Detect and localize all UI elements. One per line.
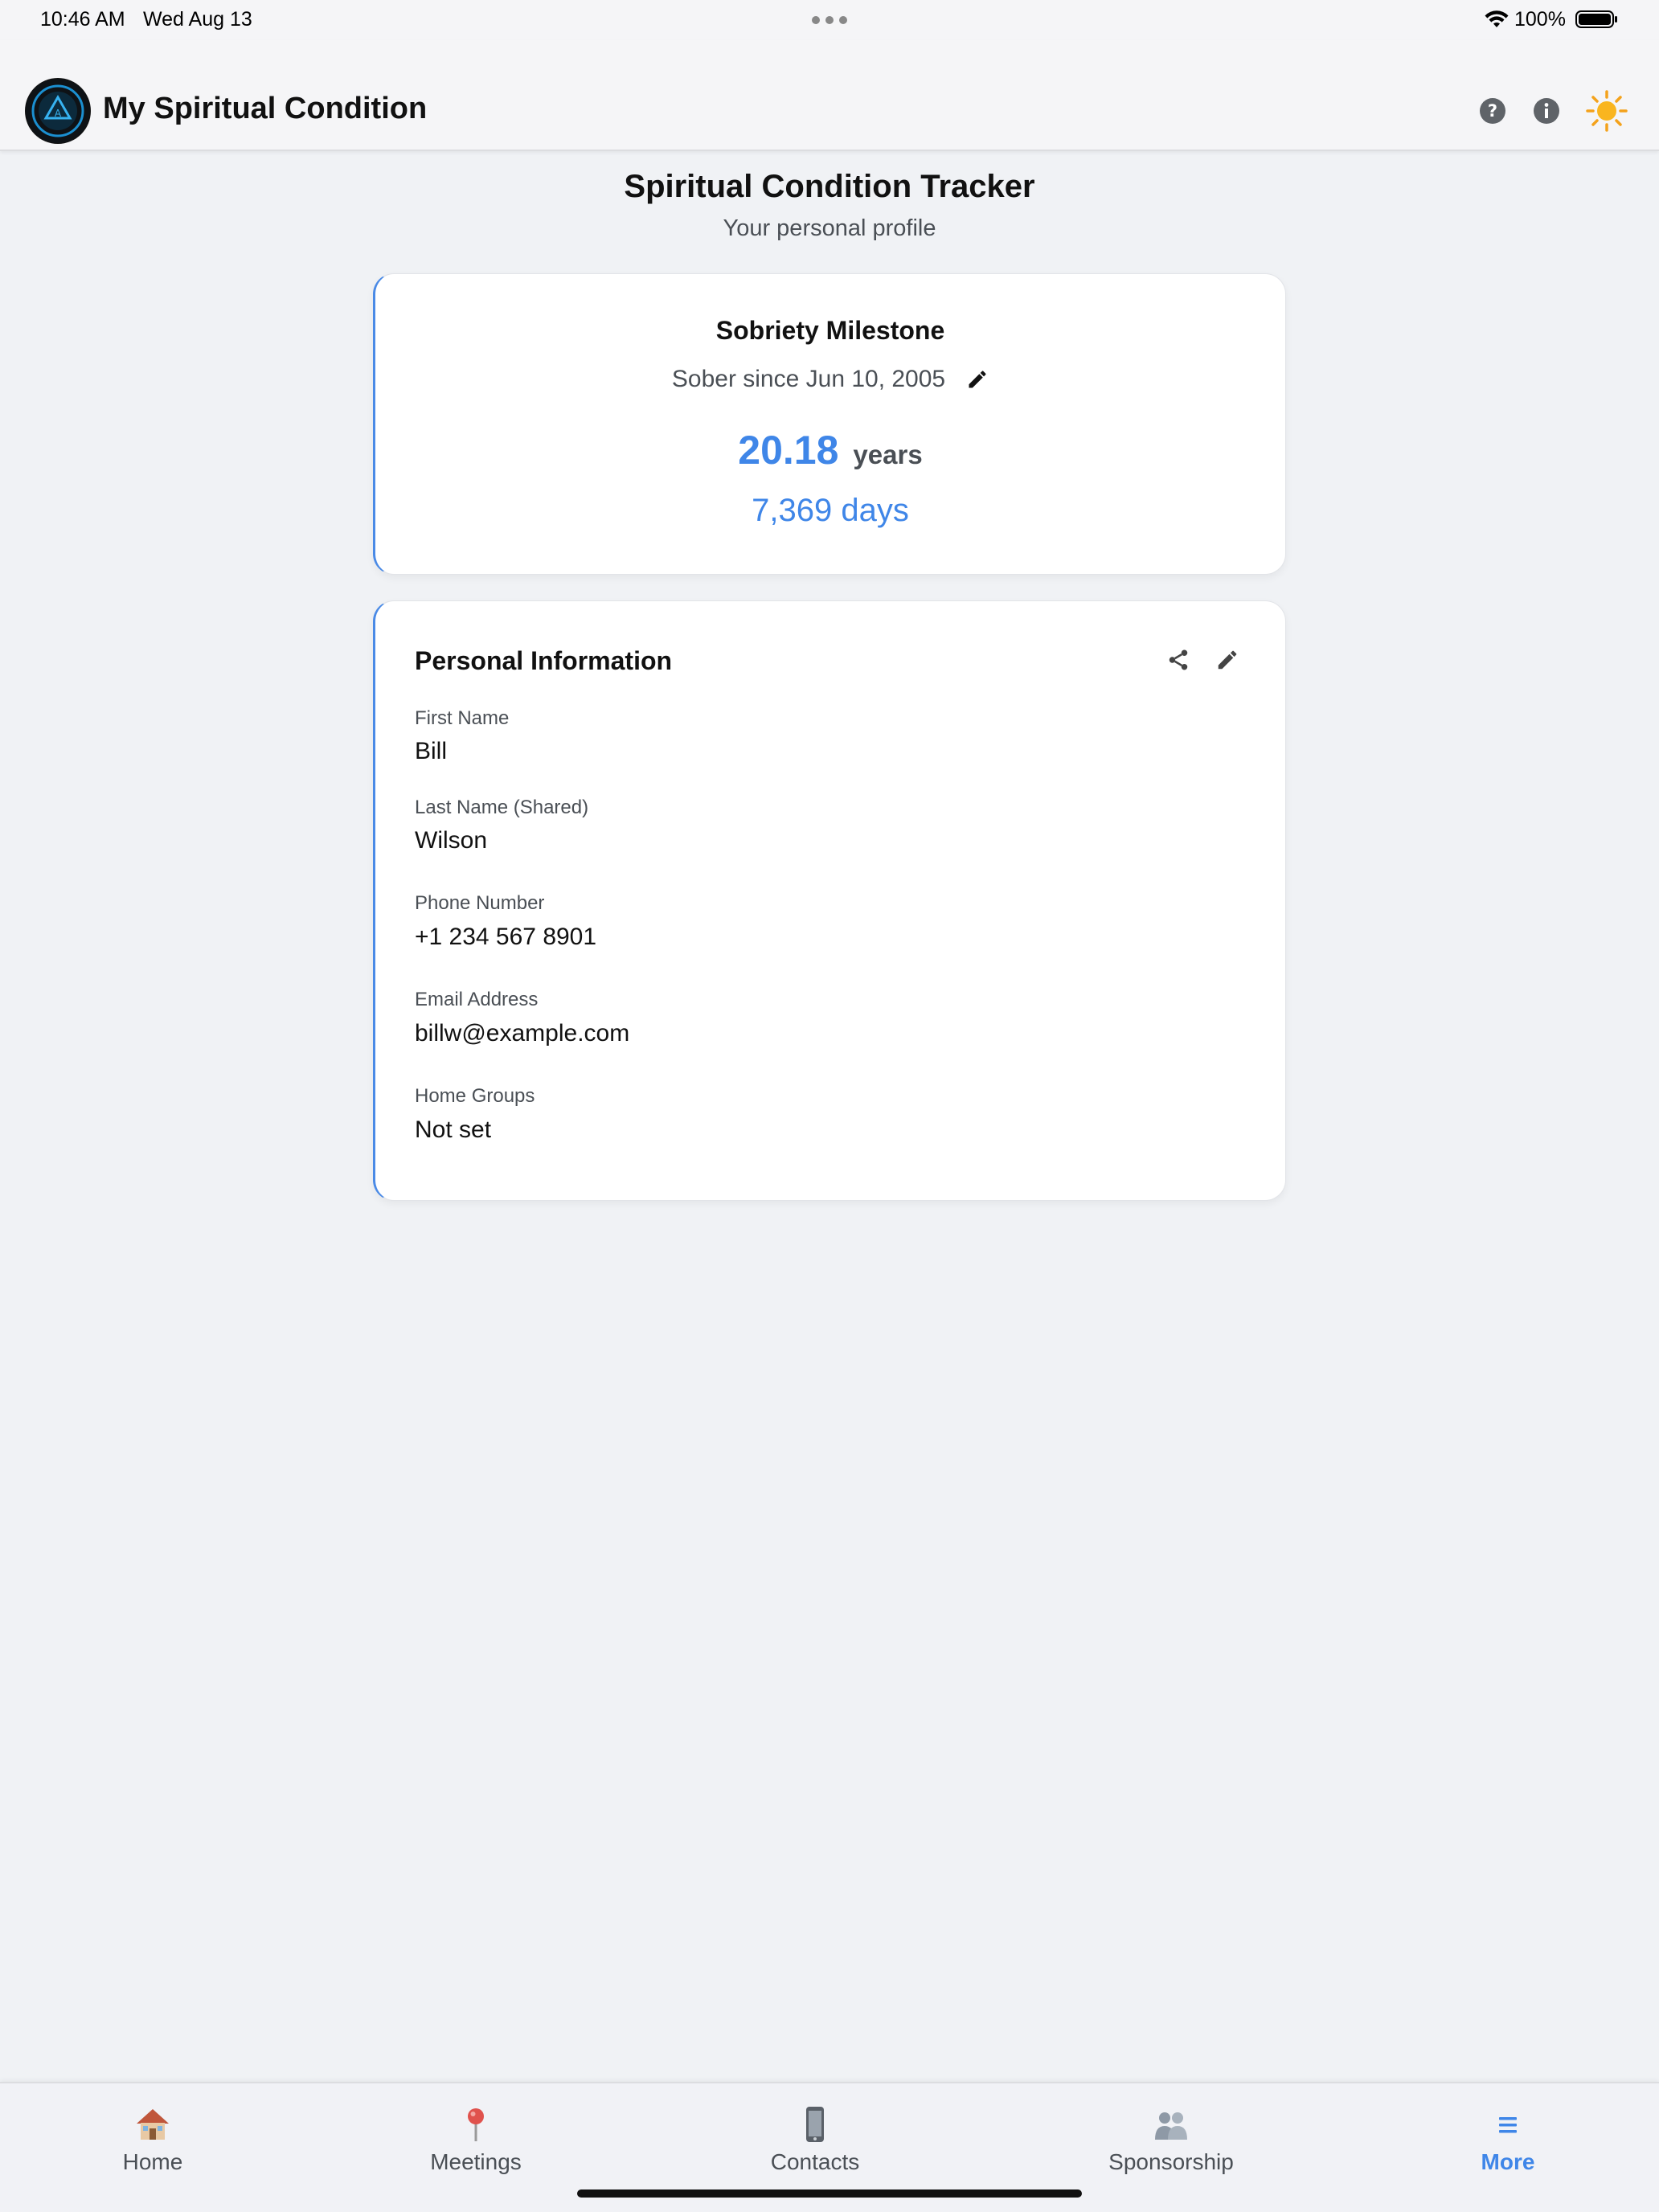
first-name-value: Bill	[415, 738, 448, 764]
years-sober-value: 20.18	[738, 428, 839, 473]
edit-profile-icon[interactable]	[1215, 648, 1239, 672]
screen: 10:46 AM Wed Aug 13 100% A My Spiritual …	[0, 0, 1659, 2212]
tab-more[interactable]: More	[1403, 2106, 1612, 2175]
app-header: A My Spiritual Condition ?	[0, 40, 1659, 151]
phone-icon	[806, 2107, 824, 2142]
status-bar: 10:46 AM Wed Aug 13 100%	[0, 0, 1659, 40]
help-icon[interactable]: ?	[1478, 96, 1507, 125]
svg-text:?: ?	[1488, 101, 1497, 121]
tab-meetings-label: Meetings	[430, 2149, 522, 2174]
tab-sponsorship[interactable]: Sponsorship	[1067, 2106, 1276, 2175]
status-time: 10:46 AM	[40, 8, 125, 31]
people-icon	[1155, 2112, 1187, 2140]
home-indicator[interactable]	[577, 2189, 1082, 2198]
sober-since-row: Sober since Jun 10, 2005	[375, 366, 1285, 393]
tab-sponsorship-label: Sponsorship	[1108, 2149, 1234, 2174]
app-title: My Spiritual Condition	[103, 92, 428, 125]
battery-icon	[1575, 10, 1617, 28]
tab-contacts-label: Contacts	[770, 2149, 860, 2174]
home-groups-label: Home Groups	[415, 1085, 535, 1107]
personal-info-title: Personal Information	[415, 646, 673, 675]
info-icon[interactable]	[1532, 96, 1561, 125]
multitasking-dots-icon[interactable]	[812, 16, 847, 24]
house-icon	[137, 2109, 169, 2140]
email-address-label: Email Address	[415, 989, 539, 1010]
years-sober-row: 20.18 years	[375, 427, 1285, 473]
status-date: Wed Aug 13	[143, 8, 252, 31]
svg-text:A: A	[55, 108, 62, 119]
tab-contacts[interactable]: Contacts	[711, 2106, 920, 2175]
tab-home[interactable]: Home	[48, 2106, 257, 2175]
page-title: Spiritual Condition Tracker	[624, 169, 1035, 204]
sober-since-date: Sober since Jun 10, 2005	[671, 366, 946, 392]
phone-number-value: +1 234 567 8901	[415, 924, 597, 950]
years-unit: years	[853, 440, 923, 469]
days-sober: 7,369 days	[752, 493, 909, 528]
battery-percentage: 100%	[1514, 8, 1566, 31]
app-logo-icon[interactable]: A	[25, 78, 91, 144]
phone-number-label: Phone Number	[415, 892, 545, 914]
wifi-icon	[1485, 10, 1509, 27]
pin-icon	[468, 2108, 484, 2141]
first-name-label: First Name	[415, 707, 510, 729]
last-name-value: Wilson	[415, 827, 488, 854]
share-icon[interactable]	[1166, 648, 1190, 672]
email-address-value: billw@example.com	[415, 1020, 630, 1047]
personal-information-card: Personal Information First Name Bill Las…	[373, 600, 1286, 1201]
sun-icon[interactable]	[1586, 90, 1628, 132]
tab-more-label: More	[1481, 2149, 1535, 2174]
last-name-label: Last Name (Shared)	[415, 797, 589, 818]
milestone-title: Sobriety Milestone	[715, 316, 945, 345]
tab-meetings[interactable]: Meetings	[371, 2106, 580, 2175]
page-subtitle: Your personal profile	[723, 215, 936, 241]
menu-icon	[1499, 2117, 1517, 2133]
edit-sobriety-date-icon[interactable]	[966, 368, 989, 391]
home-groups-value: Not set	[415, 1116, 492, 1143]
sobriety-milestone-card: Sobriety Milestone Sober since Jun 10, 2…	[373, 273, 1286, 575]
tab-home-label: Home	[122, 2149, 183, 2174]
